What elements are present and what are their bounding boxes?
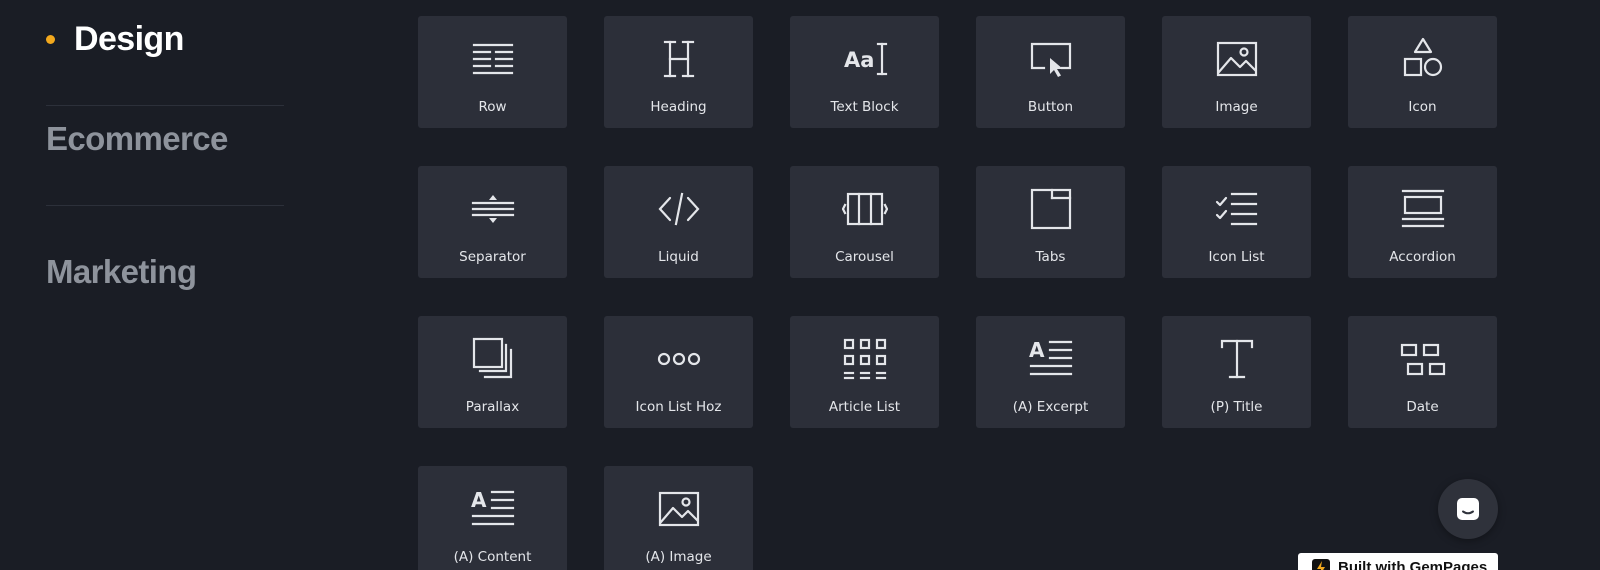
element-grid: Row Heading Aa Text Block Button Image I… [418, 16, 1497, 570]
element-tile-icon-list[interactable]: Icon List [1162, 166, 1311, 278]
tabs-icon [1028, 186, 1074, 232]
element-tile-label: Liquid [658, 249, 699, 265]
chat-icon [1457, 498, 1479, 520]
carousel-icon [841, 186, 888, 232]
element-tile-label: (A) Excerpt [1012, 399, 1089, 415]
parallax-icon [470, 336, 516, 382]
element-tile-button[interactable]: Button [976, 16, 1125, 128]
element-tile-label: Parallax [465, 399, 520, 415]
category-sidebar: Design Ecommerce Marketing [46, 0, 284, 305]
category-design[interactable]: Design [46, 0, 284, 78]
accordion-icon [1400, 186, 1446, 232]
chat-launcher-button[interactable] [1438, 479, 1498, 539]
element-tile-label: Icon List [1208, 249, 1265, 265]
element-tile-icon-list-hoz[interactable]: Icon List Hoz [604, 316, 753, 428]
category-ecommerce[interactable]: Ecommerce [46, 106, 284, 172]
image-icon [656, 486, 702, 532]
button-icon [1028, 36, 1074, 82]
element-tile-a-content[interactable]: A (A) Content [418, 466, 567, 570]
element-tile-label: Heading [650, 99, 707, 115]
element-tile-label: Image [1215, 99, 1258, 115]
active-dot-icon [46, 34, 55, 44]
element-tile-icon[interactable]: Icon [1348, 16, 1497, 128]
category-marketing[interactable]: Marketing [46, 239, 284, 305]
element-tile-heading[interactable]: Heading [604, 16, 753, 128]
article-list-icon [842, 336, 888, 382]
element-tile-liquid[interactable]: Liquid [604, 166, 753, 278]
element-tile-a-image[interactable]: (A) Image [604, 466, 753, 570]
element-tile-label: Date [1406, 399, 1439, 415]
svg-text:A: A [1029, 338, 1045, 362]
image-icon [1214, 36, 1260, 82]
element-tile-label: Carousel [835, 249, 894, 265]
shapes-icon [1400, 36, 1446, 82]
element-tile-a-excerpt[interactable]: A (A) Excerpt [976, 316, 1125, 428]
element-tile-article-list[interactable]: Article List [790, 316, 939, 428]
page: Design Ecommerce Marketing Row Heading A… [0, 0, 1600, 570]
date-icon [1400, 336, 1446, 382]
code-icon [656, 186, 702, 232]
svg-text:Aa: Aa [844, 48, 874, 72]
element-tile-label: Icon List Hoz [635, 399, 722, 415]
checklist-icon [1214, 186, 1260, 232]
element-tile-label: Button [1027, 99, 1074, 115]
element-tile-text-block[interactable]: Aa Text Block [790, 16, 939, 128]
text-block-icon: Aa [842, 36, 888, 82]
category-label: Design [74, 19, 184, 58]
element-tile-label: Text Block [830, 99, 899, 115]
gempages-logo-icon [1312, 559, 1330, 570]
element-tile-label: Accordion [1389, 249, 1456, 265]
divider [46, 205, 284, 206]
element-tile-label: (A) Content [453, 549, 532, 565]
row-icon [470, 36, 516, 82]
category-label: Ecommerce [46, 120, 228, 157]
element-tile-tabs[interactable]: Tabs [976, 166, 1125, 278]
element-tile-image[interactable]: Image [1162, 16, 1311, 128]
element-tile-label: Row [478, 99, 507, 115]
separator-icon [470, 186, 516, 232]
element-tile-label: (P) Title [1210, 399, 1263, 415]
element-tile-carousel[interactable]: Carousel [790, 166, 939, 278]
svg-text:A: A [471, 488, 487, 512]
element-tile-label: Article List [828, 399, 901, 415]
element-tile-label: Tabs [1035, 249, 1066, 265]
element-tile-label: Separator [459, 249, 526, 265]
element-tile-parallax[interactable]: Parallax [418, 316, 567, 428]
badge-label: Built with GemPages [1338, 559, 1488, 570]
content-icon: A [470, 486, 516, 532]
excerpt-icon: A [1028, 336, 1074, 382]
category-label: Marketing [46, 253, 197, 290]
element-tile-row[interactable]: Row [418, 16, 567, 128]
element-tile-date[interactable]: Date [1348, 316, 1497, 428]
built-with-badge[interactable]: Built with GemPages [1298, 553, 1498, 570]
element-tile-label: Icon [1408, 99, 1437, 115]
element-tile-separator[interactable]: Separator [418, 166, 567, 278]
title-icon [1214, 336, 1260, 382]
dots-icon [656, 336, 702, 382]
element-tile-accordion[interactable]: Accordion [1348, 166, 1497, 278]
heading-icon [656, 36, 702, 82]
element-tile-label: (A) Image [645, 549, 712, 565]
element-tile-p-title[interactable]: (P) Title [1162, 316, 1311, 428]
